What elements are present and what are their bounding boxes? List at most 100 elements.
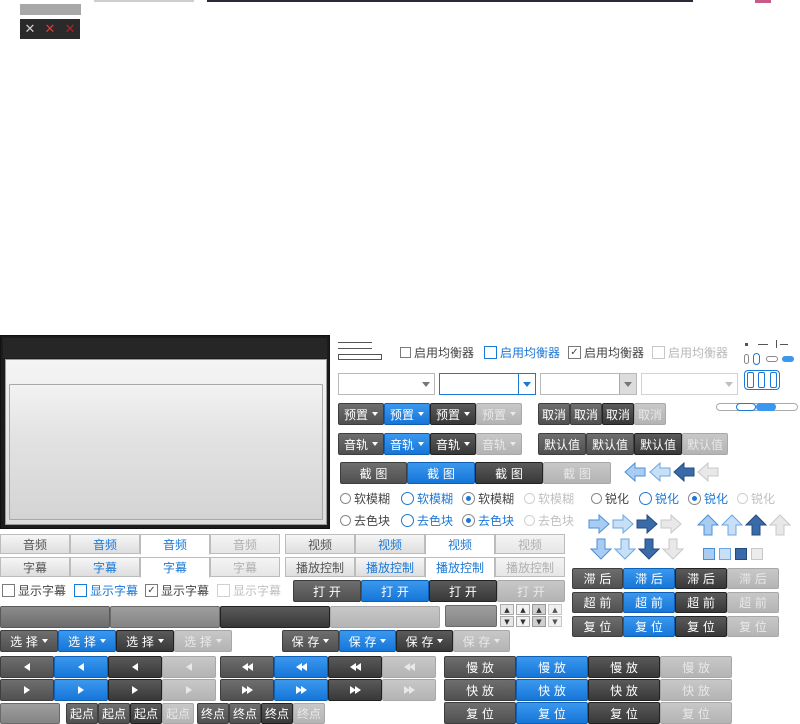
cancel-button[interactable]: 取消 [538,403,570,425]
rewind-button[interactable] [220,656,274,678]
audio-track-button-pressed[interactable]: 音轨 [430,433,476,455]
soft-blur-radio-selected[interactable]: 软模糊 [462,490,514,507]
spin-field[interactable] [445,605,497,627]
slow-button-pressed[interactable]: 慢 放 [588,656,660,678]
select-button-pressed[interactable]: 选 择 [116,630,174,652]
next-frame-button[interactable] [0,679,54,701]
close-hover-icon[interactable]: ✕ [40,19,60,39]
arrow-left-hover-icon[interactable] [649,461,671,483]
default-button-hover[interactable]: 默认值 [586,433,634,455]
fast-button-hover[interactable]: 快 放 [516,679,588,701]
end-point-button[interactable]: 终点 [197,703,229,724]
save-button[interactable]: 保 存 [282,630,339,652]
save-button-pressed[interactable]: 保 存 [396,630,453,652]
start-point-button-hover[interactable]: 起点 [98,703,130,724]
tab-video[interactable]: 视频 [285,534,355,554]
wide-button[interactable] [0,606,110,628]
open-button-hover[interactable]: 打 开 [361,580,429,602]
delay-button-pressed[interactable]: 滞 后 [675,568,727,589]
delay-button-hover[interactable]: 滞 后 [623,568,675,589]
reset-button-pressed[interactable]: 复 位 [675,616,727,637]
next-frame-button-hover[interactable] [54,679,108,701]
fast-button-pressed[interactable]: 快 放 [588,679,660,701]
save-button-hover[interactable]: 保 存 [339,630,396,652]
prev-frame-button-pressed[interactable] [108,656,162,678]
arrow-up-icon[interactable] [696,514,720,536]
fast-button[interactable]: 快 放 [444,679,516,701]
fast-forward-button[interactable] [220,679,274,701]
arrow-up-hover-icon[interactable] [720,514,744,536]
sharpen-radio-hover[interactable]: 锐化 [639,490,679,507]
start-point-button[interactable]: 起点 [66,703,98,724]
rewind-button-hover[interactable] [274,656,328,678]
default-button-pressed[interactable]: 默认值 [634,433,682,455]
deblock-radio-hover[interactable]: 去色块 [401,512,453,529]
wide-button-hover[interactable] [110,606,220,628]
prev-frame-button[interactable] [0,656,54,678]
preset-combo-hover[interactable] [439,373,536,395]
preset-combo-pressed[interactable] [540,373,637,395]
reset-button-hover[interactable]: 复 位 [623,616,675,637]
close-pressed-icon[interactable]: ✕ [60,19,80,39]
tab-subtitle-hover[interactable]: 字幕 [70,557,140,577]
screenshot-button-hover[interactable]: 截 图 [407,462,475,484]
tab-playback-control-selected[interactable]: 播放控制 [425,557,495,578]
screenshot-button-pressed[interactable]: 截 图 [475,462,543,484]
tab-subtitle-selected[interactable]: 字幕 [140,557,210,578]
arrow-left-pressed-icon[interactable] [673,461,695,483]
audio-track-button-hover[interactable]: 音轨 [384,433,430,455]
audio-track-button[interactable]: 音轨 [338,433,384,455]
arrow-right-pressed-icon[interactable] [636,513,658,535]
slow-button[interactable]: 慢 放 [444,656,516,678]
select-button[interactable]: 选 择 [0,630,58,652]
show-subtitle-checkbox[interactable]: 显示字幕 [2,582,66,599]
advance-button[interactable]: 超 前 [572,592,623,613]
playback-reset-button[interactable]: 复 位 [444,702,516,724]
tab-audio[interactable]: 音频 [0,534,70,554]
close-icon[interactable]: ✕ [20,19,40,39]
end-point-button-pressed[interactable]: 终点 [261,703,293,724]
playback-reset-button-hover[interactable]: 复 位 [516,702,588,724]
advance-button-hover[interactable]: 超 前 [623,592,675,613]
tab-video-selected[interactable]: 视频 [425,534,495,555]
next-frame-button-pressed[interactable] [108,679,162,701]
cancel-button-hover[interactable]: 取消 [570,403,602,425]
tab-audio-hover[interactable]: 音频 [70,534,140,554]
spinner-up-hover-icon[interactable]: ▲ [516,604,530,615]
fast-forward-button-hover[interactable] [274,679,328,701]
show-subtitle-checkbox-hover[interactable]: 显示字幕 [74,582,138,599]
arrow-down-pressed-icon[interactable] [637,538,661,560]
fast-forward-button-pressed[interactable] [328,679,382,701]
select-button-hover[interactable]: 选 择 [58,630,116,652]
open-button[interactable]: 打 开 [293,580,361,602]
start-point-button-pressed[interactable]: 起点 [130,703,162,724]
arrow-right-icon[interactable] [588,513,610,535]
spinner-up-icon[interactable]: ▲ [500,604,514,615]
arrow-left-icon[interactable] [624,461,646,483]
spinner-down-hover-icon[interactable]: ▼ [516,616,530,627]
equalizer-enable-checkbox-checked[interactable]: ✓ 启用均衡器 [568,344,644,361]
deblock-radio-selected[interactable]: 去色块 [462,512,514,529]
bottom-left-bar[interactable] [0,703,60,724]
default-button[interactable]: 默认值 [538,433,586,455]
preset-button-hover[interactable]: 预置 [384,403,430,425]
screenshot-button[interactable]: 截 图 [340,462,407,484]
soft-blur-radio[interactable]: 软模糊 [340,490,390,507]
sharpen-radio[interactable]: 锐化 [591,490,629,507]
preset-button[interactable]: 预置 [338,403,384,425]
equalizer-enable-checkbox-hover[interactable]: 启用均衡器 [484,344,560,361]
preset-combo[interactable] [338,373,435,395]
reset-button[interactable]: 复 位 [572,616,623,637]
arrow-down-icon[interactable] [589,538,613,560]
rewind-button-pressed[interactable] [328,656,382,678]
wide-button-pressed[interactable] [220,606,330,628]
tab-video-hover[interactable]: 视频 [355,534,425,554]
spinner-up-pressed-icon[interactable]: ▲ [532,604,546,615]
arrow-up-pressed-icon[interactable] [744,514,768,536]
slow-button-hover[interactable]: 慢 放 [516,656,588,678]
equalizer-enable-checkbox[interactable]: 启用均衡器 [400,344,474,361]
advance-button-pressed[interactable]: 超 前 [675,592,727,613]
end-point-button-hover[interactable]: 终点 [229,703,261,724]
spinner-down-icon[interactable]: ▼ [500,616,514,627]
sharpen-radio-selected[interactable]: 锐化 [688,490,728,507]
